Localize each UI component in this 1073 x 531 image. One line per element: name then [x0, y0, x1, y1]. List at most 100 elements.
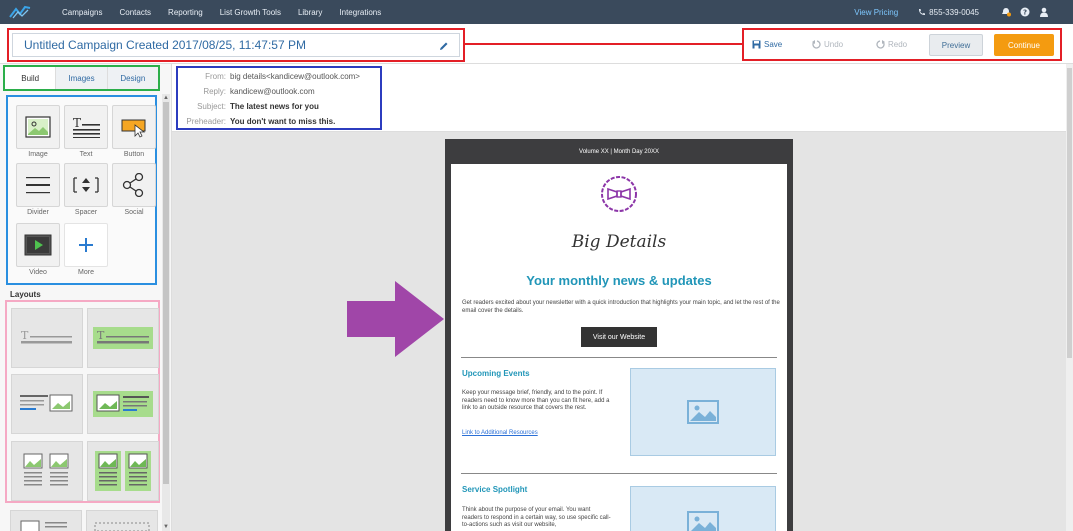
block-image[interactable]	[16, 105, 60, 149]
video-block-icon	[24, 234, 52, 256]
button-block-icon	[121, 119, 146, 138]
nav-integrations[interactable]: Integrations	[339, 8, 381, 17]
layout-two-image-columns-highlight[interactable]	[87, 441, 159, 501]
block-video-label: Video	[29, 269, 47, 276]
block-button-label: Button	[123, 151, 145, 158]
left-panel: Build Images Design Image T Text Button …	[0, 64, 172, 531]
nav-list-growth-tools[interactable]: List Growth Tools	[220, 8, 281, 17]
layout-text-only[interactable]: T	[11, 308, 83, 368]
email-headline[interactable]: Your monthly news & updates	[451, 273, 787, 288]
subject-value: The latest news for you	[230, 102, 319, 111]
text-block-icon: T	[73, 116, 100, 138]
divider-2[interactable]	[461, 473, 777, 474]
layout-partial-icon	[20, 520, 67, 531]
subject-label: Subject:	[197, 102, 226, 111]
block-social[interactable]	[112, 163, 156, 207]
image-placeholder-icon	[687, 511, 719, 531]
block-text-label: Text	[79, 151, 93, 158]
tab-build[interactable]: Build	[5, 67, 57, 89]
block-button[interactable]	[112, 105, 156, 149]
spacer-block-icon	[73, 177, 99, 193]
block-text[interactable]: T	[64, 105, 108, 149]
tab-images[interactable]: Images	[56, 67, 108, 89]
layout-spacer-partial[interactable]	[86, 510, 158, 531]
page-scroll-thumb[interactable]	[1067, 68, 1072, 358]
layout-image-text-partial[interactable]	[10, 510, 82, 531]
email-body: Big Details Your monthly news & updates …	[451, 164, 787, 531]
left-panel-scroll-thumb[interactable]	[163, 102, 169, 484]
scroll-down-arrow-icon[interactable]: ▼	[162, 523, 170, 531]
upcoming-events-title[interactable]: Upcoming Events	[462, 369, 530, 378]
view-pricing-link[interactable]: View Pricing	[854, 8, 898, 17]
nav-contacts[interactable]: Contacts	[119, 8, 151, 17]
layout-text-highlight[interactable]: T	[87, 308, 159, 368]
layout-text-image-icon	[20, 394, 73, 412]
image-placeholder-1[interactable]	[630, 368, 776, 456]
svg-text:?: ?	[1023, 9, 1027, 17]
brand-name[interactable]: Big Details	[451, 232, 787, 252]
email-volume-line[interactable]: Volume XX | Month Day 20XX	[445, 149, 793, 155]
left-panel-scrollbar[interactable]: ▲ ▼	[162, 94, 170, 531]
help-icon[interactable]: ?	[1020, 7, 1030, 17]
nav-reporting[interactable]: Reporting	[168, 8, 203, 17]
layouts-heading: Layouts	[10, 290, 41, 299]
layout-two-columns-green-icon	[95, 451, 151, 491]
undo-label: Undo	[824, 40, 844, 49]
block-social-label: Social	[124, 209, 144, 216]
undo-icon	[812, 40, 821, 49]
save-button[interactable]: Save	[752, 40, 782, 49]
tab-design[interactable]: Design	[107, 67, 158, 89]
divider-1[interactable]	[461, 357, 777, 358]
email-header-settings[interactable]: From: big details<kandicew@outlook.com> …	[176, 66, 382, 130]
block-more-label: More	[78, 269, 94, 276]
notifications-icon[interactable]	[1001, 7, 1011, 17]
bowtie-logo-icon[interactable]	[599, 174, 639, 222]
svg-text:T: T	[21, 329, 29, 342]
preheader-value: You don't want to miss this.	[230, 117, 336, 126]
nav-right: View Pricing 855-339-0045 ?	[854, 0, 1073, 24]
layout-text-green-icon: T	[93, 327, 153, 349]
pencil-icon[interactable]	[439, 41, 449, 51]
email-preview: Volume XX | Month Day 20XX Big Details Y…	[445, 139, 793, 531]
user-icon[interactable]	[1039, 7, 1049, 17]
continue-button[interactable]: Continue	[994, 34, 1054, 56]
block-spacer[interactable]	[64, 163, 108, 207]
nav-campaigns[interactable]: Campaigns	[62, 8, 102, 17]
editor-toolbar: Untitled Campaign Created 2017/08/25, 11…	[0, 24, 1073, 64]
phone-number[interactable]: 855-339-0045	[918, 8, 979, 17]
redo-icon	[876, 40, 885, 49]
nav-library[interactable]: Library	[298, 8, 322, 17]
svg-text:T: T	[73, 116, 81, 130]
undo-button[interactable]: Undo	[812, 40, 843, 49]
scroll-up-arrow-icon[interactable]: ▲	[162, 94, 170, 102]
service-spotlight-title[interactable]: Service Spotlight	[462, 485, 527, 494]
top-nav: Campaigns Contacts Reporting List Growth…	[0, 0, 1073, 24]
subject-row: Subject: The latest news for you	[178, 102, 380, 111]
layout-text-image[interactable]	[11, 374, 83, 434]
campaign-title-field[interactable]: Untitled Campaign Created 2017/08/25, 11…	[12, 33, 460, 57]
layout-two-image-columns[interactable]	[11, 441, 83, 501]
annotation-arrow	[347, 281, 444, 357]
layout-image-text-highlight[interactable]	[87, 374, 159, 434]
layout-two-columns-icon	[23, 453, 69, 486]
layout-spacer-icon	[94, 522, 150, 531]
additional-resources-link[interactable]: Link to Additional Resources	[462, 430, 538, 436]
save-label: Save	[764, 40, 783, 49]
from-label: From:	[205, 72, 226, 81]
svg-text:T: T	[97, 329, 105, 342]
service-spotlight-body[interactable]: Think about the purpose of your email. Y…	[462, 507, 612, 530]
block-more[interactable]	[64, 223, 108, 267]
block-video[interactable]	[16, 223, 60, 267]
preview-button[interactable]: Preview	[929, 34, 983, 56]
block-divider[interactable]	[16, 163, 60, 207]
reply-row: Reply: kandicew@outlook.com	[178, 87, 380, 96]
reply-value: kandicew@outlook.com	[230, 87, 315, 96]
layouts-palette: T T	[5, 300, 160, 503]
upcoming-events-body[interactable]: Keep your message brief, friendly, and t…	[462, 390, 612, 413]
image-placeholder-2[interactable]	[630, 486, 776, 531]
logo-icon[interactable]	[0, 0, 40, 24]
visit-website-button[interactable]: Visit our Website	[581, 327, 657, 347]
email-intro[interactable]: Get readers excited about your newslette…	[462, 299, 780, 315]
page-scrollbar[interactable]	[1066, 64, 1073, 531]
redo-button[interactable]: Redo	[876, 40, 907, 49]
